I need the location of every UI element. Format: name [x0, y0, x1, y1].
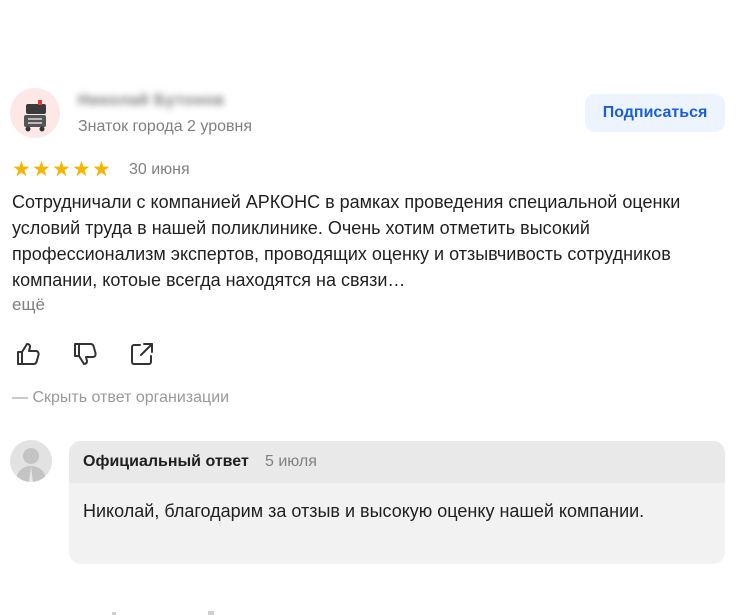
- review-date: 30 июня: [129, 161, 190, 178]
- thumbs-up-icon: [17, 343, 40, 365]
- star-icon: ★: [52, 158, 71, 181]
- review-card: Николай Бутонов Знаток города 2 уровня П…: [0, 0, 736, 615]
- cutoff-next-content: [112, 611, 214, 615]
- review-text: Сотрудничали с компанией АРКОНС в рамках…: [12, 192, 681, 290]
- org-avatar: [10, 440, 52, 482]
- share-icon: [131, 343, 153, 365]
- subscribe-button[interactable]: Подписаться: [585, 94, 725, 132]
- official-answer: Официальный ответ 5 июля Николай, благод…: [69, 441, 725, 564]
- robot-icon: [24, 100, 46, 132]
- more-link[interactable]: ещё: [12, 294, 45, 316]
- star-icon: ★: [92, 158, 111, 181]
- official-answer-title: Официальный ответ: [83, 453, 249, 470]
- star-icon: ★: [12, 158, 31, 181]
- like-button[interactable]: [14, 340, 42, 368]
- dislike-button[interactable]: [71, 340, 99, 368]
- hide-answer-link[interactable]: — Скрыть ответ организации: [12, 387, 229, 409]
- thumbs-down-icon: [74, 343, 97, 365]
- share-button[interactable]: [128, 340, 156, 368]
- star-icon: ★: [72, 158, 91, 181]
- official-answer-text: Николай, благодарим за отзыв и высокую о…: [83, 501, 645, 521]
- author-level: Знаток города 2 уровня: [78, 118, 253, 135]
- official-answer-header: Официальный ответ 5 июля: [69, 441, 725, 483]
- author-name[interactable]: Николай Бутонов: [78, 90, 224, 112]
- person-silhouette-icon: [16, 448, 46, 482]
- rating-stars: ★ ★ ★ ★ ★: [12, 158, 112, 181]
- author-avatar[interactable]: [10, 88, 60, 138]
- star-icon: ★: [32, 158, 51, 181]
- official-answer-date: 5 июля: [265, 453, 317, 470]
